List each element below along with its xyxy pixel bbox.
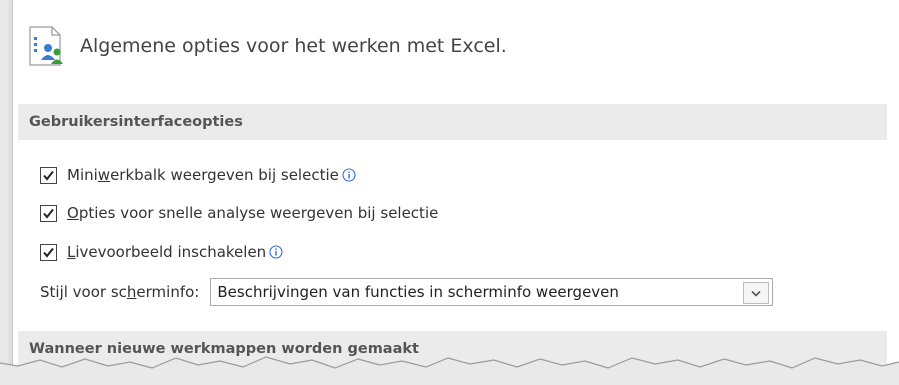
screentip-style-label: Stijl voor scherminfo: [40, 283, 200, 301]
mini-toolbar-label: Miniwerkbalk weergeven bij selectie [67, 166, 339, 184]
general-header-title: Algemene opties voor het werken met Exce… [80, 35, 507, 57]
chevron-down-icon [751, 290, 761, 297]
checkmark-icon [43, 208, 54, 219]
mini-toolbar-option[interactable]: Miniwerkbalk weergeven bij selectie [40, 163, 356, 187]
checkmark-icon [43, 247, 54, 258]
info-icon[interactable] [342, 168, 356, 182]
dropdown-arrow-button[interactable] [743, 282, 770, 304]
ui-options-section-title: Gebruikersinterfaceopties [29, 114, 243, 130]
live-preview-option[interactable]: Livevoorbeeld inschakelen [40, 240, 283, 264]
quick-analysis-option[interactable]: Opties voor snelle analyse weergeven bij… [40, 201, 438, 225]
mini-toolbar-checkbox[interactable] [40, 166, 57, 184]
info-icon[interactable] [269, 245, 283, 259]
live-preview-checkbox[interactable] [40, 243, 57, 261]
torn-edge [0, 356, 899, 385]
screentip-style-value: Beschrijvingen van functies in scherminf… [217, 283, 619, 301]
checkmark-icon [43, 170, 54, 181]
quick-analysis-label: Opties voor snelle analyse weergeven bij… [67, 204, 439, 222]
general-options-icon [29, 26, 63, 66]
ui-options-section-header: Gebruikersinterfaceopties [18, 104, 887, 140]
live-preview-label: Livevoorbeeld inschakelen [67, 243, 267, 261]
quick-analysis-checkbox[interactable] [40, 204, 57, 222]
screentip-style-row: Stijl voor scherminfo: Beschrijvingen va… [40, 277, 774, 307]
screentip-style-dropdown[interactable]: Beschrijvingen van functies in scherminf… [210, 278, 774, 306]
general-header: Algemene opties voor het werken met Exce… [24, 22, 507, 70]
